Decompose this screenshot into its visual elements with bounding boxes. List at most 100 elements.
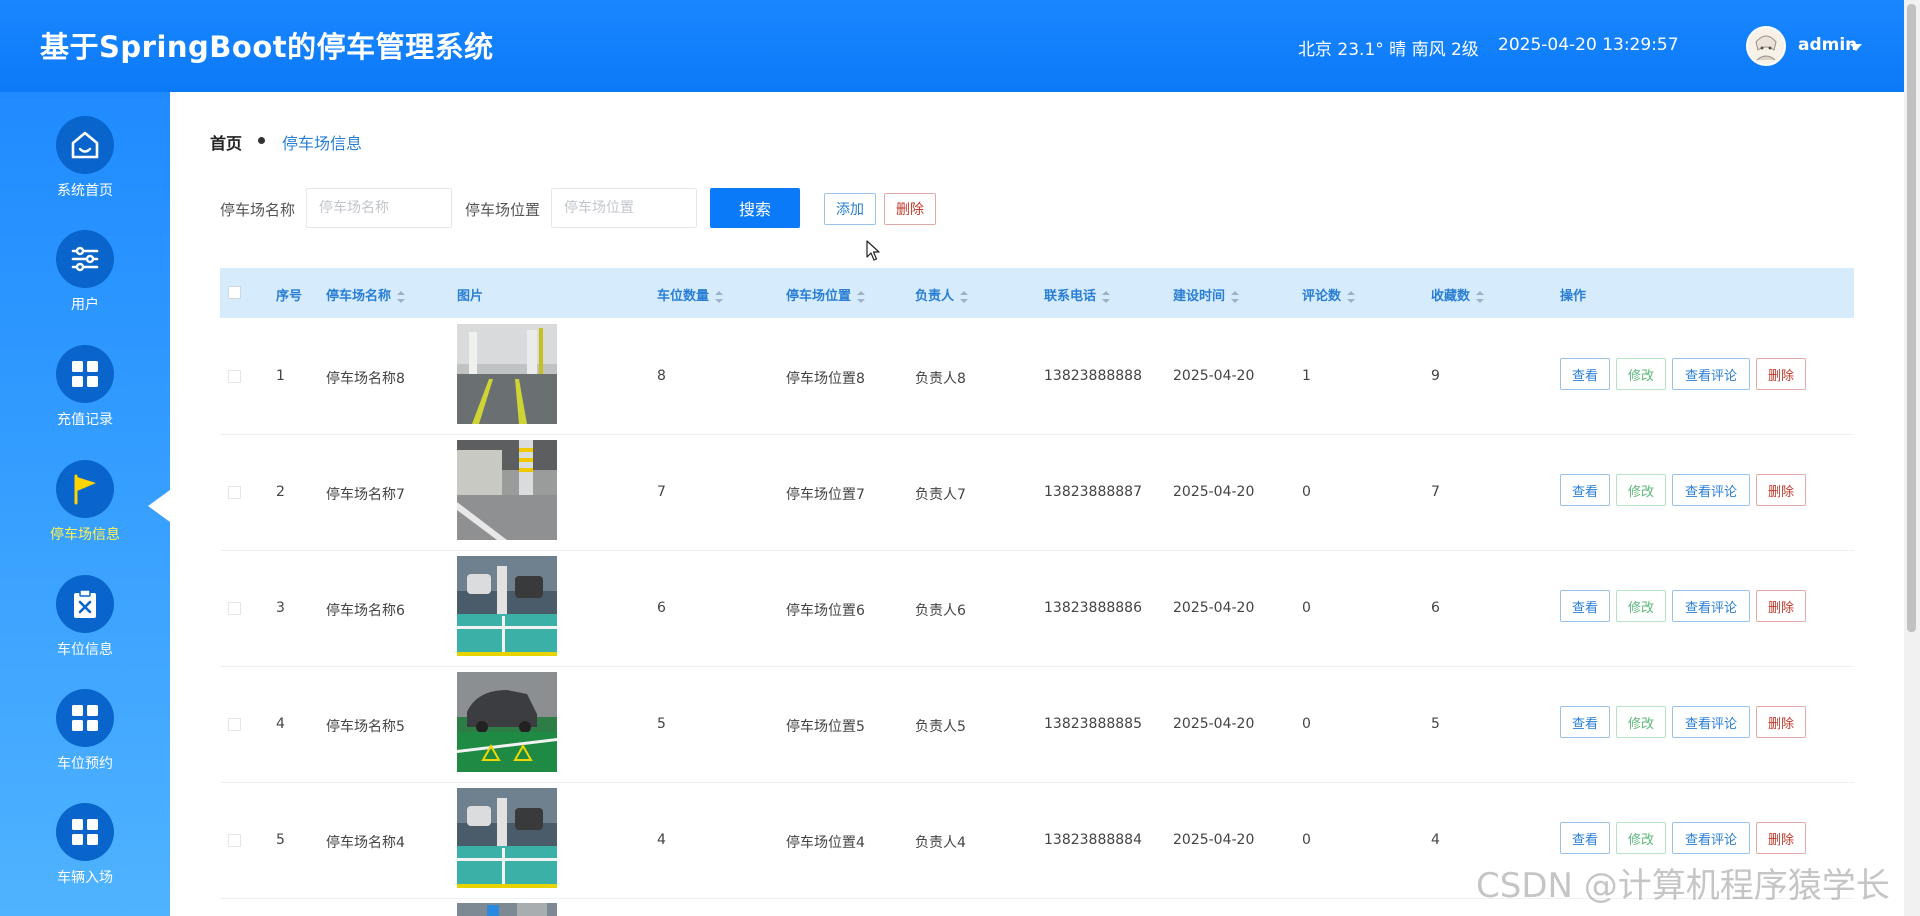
avatar[interactable]	[1746, 26, 1786, 66]
view-button[interactable]: 查看	[1560, 706, 1610, 738]
clipboard-x-icon	[56, 575, 114, 633]
view-comments-button[interactable]: 查看评论	[1672, 822, 1750, 854]
cell-name: 停车场名称4	[326, 835, 405, 851]
username[interactable]: admin	[1798, 35, 1857, 55]
cell-spots: 5	[657, 716, 666, 732]
sort-icon[interactable]	[1347, 290, 1356, 303]
sort-icon[interactable]	[397, 290, 406, 303]
view-comments-button[interactable]: 查看评论	[1672, 358, 1750, 390]
cell-built: 2025-04-20	[1173, 368, 1255, 384]
view-button[interactable]: 查看	[1560, 474, 1610, 506]
sidebar-item-users[interactable]: 用户	[0, 230, 170, 340]
view-button[interactable]: 查看	[1560, 590, 1610, 622]
column-header-manager[interactable]: 负责人	[915, 285, 969, 304]
cell-phone: 13823888887	[1044, 484, 1142, 500]
row-checkbox[interactable]	[228, 718, 241, 731]
table-header: 序号 停车场名称 图片 车位数量 停车场位置 负责人 联系电话 建设时间 评论数…	[220, 268, 1854, 318]
cell-comments: 1	[1302, 368, 1311, 384]
cell-favorites: 5	[1431, 716, 1440, 732]
edit-button[interactable]: 修改	[1616, 474, 1666, 506]
select-all-checkbox[interactable]	[228, 286, 241, 299]
cell-built: 2025-04-20	[1173, 600, 1255, 616]
sort-icon[interactable]	[857, 290, 866, 303]
delete-button[interactable]: 删除	[1756, 706, 1806, 738]
sidebar-item-label: 系统首页	[57, 183, 113, 199]
cell-location: 停车场位置5	[786, 719, 865, 735]
cell-manager: 负责人4	[915, 835, 966, 851]
column-header-favorites[interactable]: 收藏数	[1431, 285, 1485, 304]
sidebar-item-vehicle-entry[interactable]: 车辆入场	[0, 803, 170, 913]
delete-button[interactable]: 删除	[1756, 474, 1806, 506]
sidebar-item-reservation[interactable]: 车位预约	[0, 689, 170, 799]
sidebar-item-parking-space[interactable]: 车位信息	[0, 575, 170, 685]
cell-name: 停车场名称7	[326, 487, 405, 503]
current-datetime: 2025-04-20 13:29:57	[1498, 35, 1679, 55]
delete-button[interactable]: 删除	[1756, 822, 1806, 854]
column-header-name[interactable]: 停车场名称	[326, 285, 406, 304]
row-checkbox[interactable]	[228, 602, 241, 615]
grid-icon	[56, 345, 114, 403]
sidebar-item-parking-lot[interactable]: 停车场信息	[0, 460, 170, 570]
parking-lot-photo[interactable]	[457, 672, 557, 772]
page-scrollbar-thumb[interactable]	[1907, 4, 1916, 632]
top-header: 基于SpringBoot的停车管理系统 北京 23.1° 晴 南风 2级 202…	[0, 0, 1904, 92]
cell-location: 停车场位置4	[786, 835, 865, 851]
sort-icon[interactable]	[1102, 290, 1111, 303]
sort-icon[interactable]	[715, 290, 724, 303]
sort-icon[interactable]	[1476, 290, 1485, 303]
view-comments-button[interactable]: 查看评论	[1672, 706, 1750, 738]
avatar-image	[1748, 28, 1784, 64]
view-comments-button[interactable]: 查看评论	[1672, 590, 1750, 622]
cell-comments: 0	[1302, 484, 1311, 500]
cell-phone: 13823888888	[1044, 368, 1142, 384]
edit-button[interactable]: 修改	[1616, 706, 1666, 738]
cell-manager: 负责人7	[915, 487, 966, 503]
location-search-input[interactable]	[551, 188, 697, 228]
view-button[interactable]: 查看	[1560, 358, 1610, 390]
parking-lot-photo[interactable]	[457, 788, 557, 888]
cell-location: 停车场位置6	[786, 603, 865, 619]
row-checkbox[interactable]	[228, 486, 241, 499]
search-button[interactable]: 搜索	[710, 188, 800, 228]
chevron-down-icon[interactable]	[1850, 44, 1862, 51]
sidebar-item-label: 充值记录	[57, 412, 113, 428]
cell-index: 1	[276, 368, 285, 384]
parking-lot-photo[interactable]	[457, 440, 557, 540]
row-checkbox[interactable]	[228, 370, 241, 383]
row-checkbox[interactable]	[228, 834, 241, 847]
delete-button[interactable]: 删除	[1756, 358, 1806, 390]
cell-built: 2025-04-20	[1173, 832, 1255, 848]
table-row: 2 停车场名称7 7 停车场位置7 负责人7 13823888887 2025-…	[220, 434, 1854, 551]
table-row: 3 停车场名称6 6 停车场位置6 负责人6 13823888886 2025-…	[220, 550, 1854, 667]
location-search-label: 停车场位置	[465, 201, 541, 219]
sidebar-item-home[interactable]: 系统首页	[0, 116, 170, 226]
column-header-phone[interactable]: 联系电话	[1044, 285, 1111, 304]
parking-lot-photo[interactable]	[457, 902, 557, 916]
cell-favorites: 7	[1431, 484, 1440, 500]
column-header-comments[interactable]: 评论数	[1302, 285, 1356, 304]
parking-lot-photo[interactable]	[457, 324, 557, 424]
batch-delete-button[interactable]: 删除	[884, 193, 936, 225]
sort-icon[interactable]	[960, 290, 969, 303]
breadcrumb-home[interactable]: 首页	[210, 130, 242, 154]
cell-built: 2025-04-20	[1173, 716, 1255, 732]
name-search-input[interactable]	[306, 188, 452, 228]
sidebar-item-label: 车位信息	[57, 642, 113, 658]
sort-icon[interactable]	[1231, 290, 1240, 303]
sidebar-item-recharge[interactable]: 充值记录	[0, 345, 170, 455]
cell-index: 4	[276, 716, 285, 732]
view-comments-button[interactable]: 查看评论	[1672, 474, 1750, 506]
column-header-spots[interactable]: 车位数量	[657, 285, 724, 304]
edit-button[interactable]: 修改	[1616, 822, 1666, 854]
column-header-built[interactable]: 建设时间	[1173, 285, 1240, 304]
mouse-cursor-icon	[866, 240, 880, 266]
parking-lot-photo[interactable]	[457, 556, 557, 656]
view-button[interactable]: 查看	[1560, 822, 1610, 854]
add-button[interactable]: 添加	[824, 193, 876, 225]
delete-button[interactable]: 删除	[1756, 590, 1806, 622]
edit-button[interactable]: 修改	[1616, 590, 1666, 622]
cell-location: 停车场位置7	[786, 487, 865, 503]
sidebar-item-label: 用户	[71, 297, 99, 313]
column-header-location[interactable]: 停车场位置	[786, 285, 866, 304]
edit-button[interactable]: 修改	[1616, 358, 1666, 390]
